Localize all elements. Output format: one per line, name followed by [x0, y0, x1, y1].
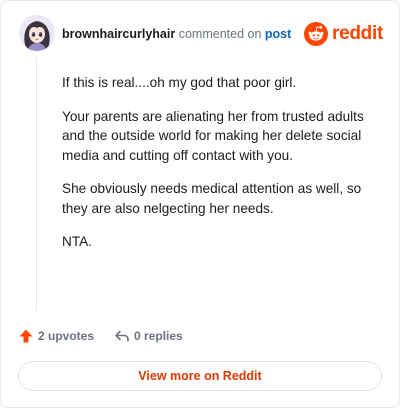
reply-button[interactable]: 0 replies [114, 328, 183, 344]
upvote-button[interactable]: 2 upvotes [18, 328, 94, 344]
post-link[interactable]: post [265, 27, 291, 41]
reddit-snoo-icon [304, 22, 329, 46]
reddit-brand[interactable]: reddit [304, 21, 383, 47]
reply-arrow-icon [115, 330, 129, 342]
comment-header: brownhaircurlyhair commented on post red… [19, 15, 383, 51]
comment-body: If this is real....oh my god that poor g… [62, 73, 378, 266]
comment-paragraph: If this is real....oh my god that poor g… [62, 75, 297, 90]
comment-paragraph: NTA. [62, 234, 92, 249]
thread-line [36, 57, 37, 311]
reply-count: 0 replies [134, 329, 183, 343]
comment-paragraph: She obviously needs medical attention as… [62, 181, 362, 216]
reddit-wordmark: reddit [332, 23, 383, 44]
comment-embed-card: brownhaircurlyhair commented on post red… [0, 0, 400, 408]
comment-paragraph: Your parents are alienating her from tru… [62, 108, 364, 163]
view-more-button[interactable]: View more on Reddit [18, 361, 382, 391]
commented-on-text: commented on [178, 27, 262, 41]
upvote-arrow-icon [19, 329, 33, 343]
comment-actions: 2 upvotes 0 replies [18, 327, 183, 345]
upvote-count: 2 upvotes [38, 329, 95, 343]
comment-meta: brownhaircurlyhair commented on post [62, 26, 291, 42]
anime-girl-avatar-icon [19, 15, 55, 51]
username-link[interactable]: brownhaircurlyhair [62, 27, 175, 41]
avatar[interactable] [19, 15, 55, 51]
